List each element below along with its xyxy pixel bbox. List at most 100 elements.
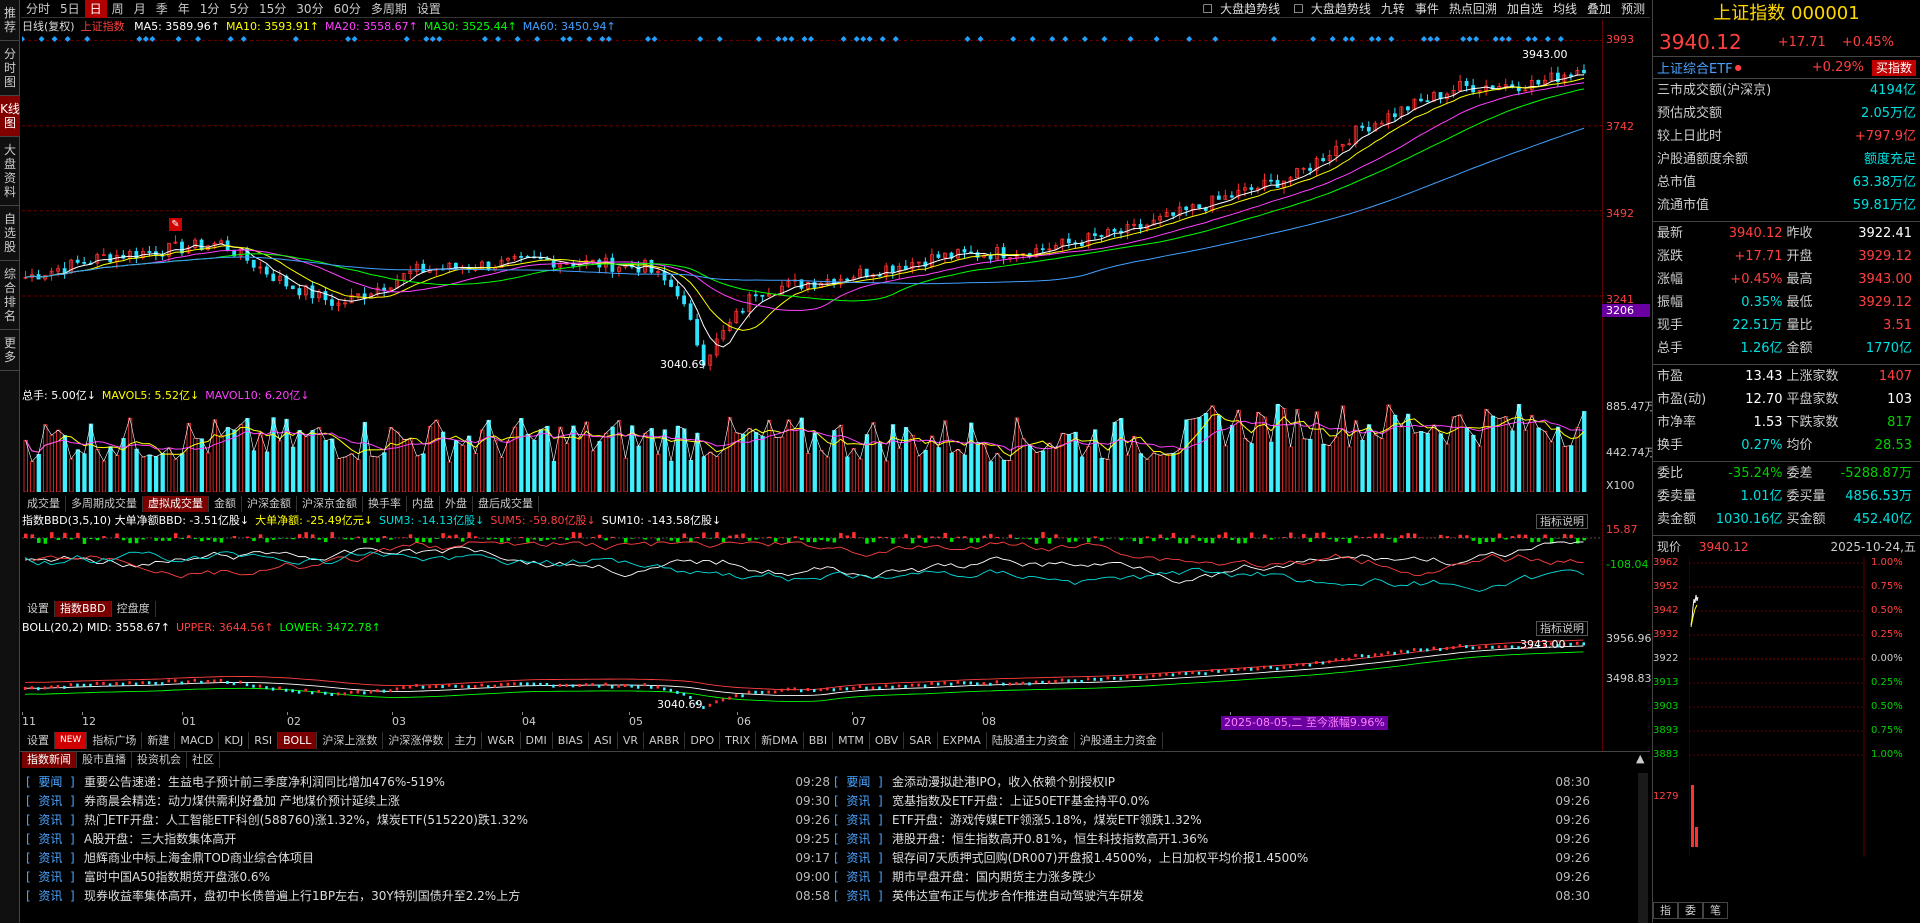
trendline-checkbox-icon[interactable]: ☐ bbox=[1202, 2, 1213, 16]
etf-name[interactable]: 上证综合ETF bbox=[1657, 58, 1733, 77]
collapse-icon[interactable]: ▲ bbox=[1636, 752, 1644, 765]
tab-11[interactable]: W&R bbox=[482, 732, 521, 749]
news-headline[interactable]: 港股开盘：恒生指数高开0.81%，恒生科技指数高开1.36% bbox=[892, 830, 1548, 849]
toolbar-action-8[interactable]: 预测 bbox=[1616, 0, 1650, 18]
news-headline[interactable]: 银存间7天质押式回购(DR007)开盘报1.4500%，上日加权平均价报1.45… bbox=[892, 849, 1548, 868]
news-headline[interactable]: 券商晨会精选：动力煤供需利好叠加 产地煤价预计延续上涨 bbox=[84, 792, 788, 811]
tab-4[interactable]: MACD bbox=[175, 732, 220, 749]
tab-20[interactable]: BBI bbox=[804, 732, 834, 749]
period-5[interactable]: 季 bbox=[151, 0, 173, 18]
tab-25[interactable]: 陆股通主力资金 bbox=[987, 732, 1075, 749]
news-headline[interactable]: 英伟达宣布正与优步合作推进自动驾驶汽车研发 bbox=[892, 887, 1548, 906]
tab-2[interactable]: 投资机会 bbox=[132, 752, 187, 768]
news-headline[interactable]: 宽基指数及ETF开盘：上证50ETF基金持平0.0% bbox=[892, 792, 1548, 811]
tab-1[interactable]: 股市直播 bbox=[77, 752, 132, 768]
news-item[interactable]: [ 资讯 ] 英伟达宣布正与优步合作推进自动驾驶汽车研发 08:30 bbox=[834, 887, 1596, 906]
period-4[interactable]: 月 bbox=[129, 0, 151, 18]
period-9[interactable]: 15分 bbox=[254, 0, 291, 18]
tab-8[interactable]: 外盘 bbox=[440, 496, 473, 512]
kline-chart[interactable] bbox=[22, 36, 1602, 388]
drawing-tool-icon[interactable]: ✎ bbox=[169, 218, 182, 231]
tab-8[interactable]: 沪深上涨数 bbox=[317, 732, 384, 749]
vtab-6[interactable]: 更多 bbox=[0, 330, 20, 371]
tab-13[interactable]: BIAS bbox=[553, 732, 590, 749]
tab-5[interactable]: KDJ bbox=[219, 732, 250, 749]
vtab-5[interactable]: 综合排名 bbox=[0, 261, 20, 330]
bbd-chart[interactable] bbox=[22, 528, 1602, 600]
tab-7[interactable]: BOLL bbox=[278, 732, 318, 749]
tab-1[interactable]: 指数BBD bbox=[55, 601, 112, 617]
tab-0[interactable]: 设置 bbox=[22, 601, 55, 617]
boll-chart[interactable] bbox=[22, 636, 1602, 714]
vtab-0[interactable]: 推荐 bbox=[0, 0, 20, 41]
news-item[interactable]: [ 资讯 ] 富时中国A50指数期货开盘涨0.6% 09:00 bbox=[26, 868, 836, 887]
news-item[interactable]: [ 资讯 ] 旭辉商业中标上海金鼎TOD商业综合体项目 09:17 bbox=[26, 849, 836, 868]
tab-9[interactable]: 盘后成交量 bbox=[473, 496, 539, 512]
period-8[interactable]: 5分 bbox=[224, 0, 254, 18]
tab-4[interactable]: 沪深金额 bbox=[242, 496, 297, 512]
toolbar-action-3[interactable]: 事件 bbox=[1410, 0, 1444, 18]
bbd-explain-button[interactable]: 指标说明 bbox=[1536, 514, 1588, 529]
news-headline[interactable]: ETF开盘：游戏传媒ETF领涨5.18%，煤炭ETF领跌1.32% bbox=[892, 811, 1548, 830]
vtab-4[interactable]: 自选股 bbox=[0, 206, 20, 261]
tab-7[interactable]: 内盘 bbox=[407, 496, 440, 512]
period-12[interactable]: 多周期 bbox=[366, 0, 412, 18]
news-item[interactable]: [ 资讯 ] 券商晨会精选：动力煤供需利好叠加 产地煤价预计延续上涨 09:30 bbox=[26, 792, 836, 811]
tab-26[interactable]: 沪股通主力资金 bbox=[1075, 732, 1163, 749]
news-item[interactable]: [ 资讯 ] 热门ETF开盘：人工智能ETF科创(588760)涨1.32%，煤炭… bbox=[26, 811, 836, 830]
tab-19[interactable]: 新DMA bbox=[756, 732, 804, 749]
tab-6[interactable]: 换手率 bbox=[363, 496, 407, 512]
tab-21[interactable]: MTM bbox=[833, 732, 870, 749]
toolbar-action-7[interactable]: 叠加 bbox=[1582, 0, 1616, 18]
tab-2[interactable]: 控盘度 bbox=[112, 601, 156, 617]
toolbar-action-4[interactable]: 热点回溯 bbox=[1444, 0, 1502, 18]
news-headline[interactable]: A股开盘：三大指数集体高开 bbox=[84, 830, 788, 849]
period-2[interactable]: 日 bbox=[84, 0, 107, 18]
news-item[interactable]: [ 要闻 ] 重要公告速递：生益电子预计前三季度净利润同比增加476%-519% 0… bbox=[26, 773, 836, 792]
period-11[interactable]: 60分 bbox=[329, 0, 366, 18]
period-3[interactable]: 周 bbox=[107, 0, 129, 18]
tab-18[interactable]: TRIX bbox=[720, 732, 757, 749]
toolbar-action-5[interactable]: 加自选 bbox=[1502, 0, 1548, 18]
news-scrollbar[interactable] bbox=[1638, 773, 1648, 923]
news-item[interactable]: [ 资讯 ] 期市早盘开盘：国内期货主力涨多跌少 09:26 bbox=[834, 868, 1596, 887]
tab-1[interactable]: NEW bbox=[55, 732, 88, 749]
tab-2[interactable]: 指标广场 bbox=[87, 732, 143, 749]
tab-0[interactable]: 指数新闻 bbox=[22, 752, 77, 768]
news-item[interactable]: [ 资讯 ] 银存间7天质押式回购(DR007)开盘报1.4500%，上日加权平均… bbox=[834, 849, 1596, 868]
news-item[interactable]: [ 资讯 ] 港股开盘：恒生指数高开0.81%，恒生科技指数高开1.36% 09:2… bbox=[834, 830, 1596, 849]
volume-chart[interactable] bbox=[22, 404, 1602, 492]
news-headline[interactable]: 热门ETF开盘：人工智能ETF科创(588760)涨1.32%，煤炭ETF(51… bbox=[84, 811, 788, 830]
tab-17[interactable]: DPO bbox=[685, 732, 721, 749]
period-13[interactable]: 设置 bbox=[412, 0, 446, 18]
news-headline[interactable]: 期市早盘开盘：国内期货主力涨多跌少 bbox=[892, 868, 1548, 887]
news-headline[interactable]: 重要公告速递：生益电子预计前三季度净利润同比增加476%-519% bbox=[84, 773, 788, 792]
trendline-checkbox-icon[interactable]: ☐ bbox=[1293, 2, 1304, 16]
news-headline[interactable]: 旭辉商业中标上海金鼎TOD商业综合体项目 bbox=[84, 849, 788, 868]
tab-16[interactable]: ARBR bbox=[644, 732, 686, 749]
vtab-1[interactable]: 分时图 bbox=[0, 41, 20, 96]
tab-22[interactable]: OBV bbox=[870, 732, 905, 749]
mini-tab-2[interactable]: 笔 bbox=[1703, 902, 1728, 919]
news-headline[interactable]: 富时中国A50指数期货开盘涨0.6% bbox=[84, 868, 788, 887]
tab-2[interactable]: 虚拟成交量 bbox=[143, 496, 209, 512]
tab-10[interactable]: 主力 bbox=[449, 732, 483, 749]
period-6[interactable]: 年 bbox=[173, 0, 195, 18]
tab-3[interactable]: 金额 bbox=[209, 496, 242, 512]
boll-explain-button[interactable]: 指标说明 bbox=[1536, 621, 1588, 636]
tab-1[interactable]: 多周期成交量 bbox=[66, 496, 143, 512]
tab-0[interactable]: 设置 bbox=[22, 732, 55, 749]
toolbar-action-1[interactable]: 大盘趋势线 bbox=[1306, 0, 1376, 18]
tab-0[interactable]: 成交量 bbox=[22, 496, 66, 512]
mini-tab-0[interactable]: 指 bbox=[1653, 902, 1678, 919]
toolbar-action-6[interactable]: 均线 bbox=[1548, 0, 1582, 18]
news-item[interactable]: [ 要闻 ] 金添动漫拟赴港IPO，收入依赖个别授权IP 08:30 bbox=[834, 773, 1596, 792]
mini-tab-1[interactable]: 委 bbox=[1678, 902, 1703, 919]
news-item[interactable]: [ 资讯 ] 宽基指数及ETF开盘：上证50ETF基金持平0.0% 09:26 bbox=[834, 792, 1596, 811]
vtab-2[interactable]: K线图 bbox=[0, 96, 20, 137]
news-headline[interactable]: 现券收益率集体高开，盘初中长债普遍上行1BP左右，30Y特别国债升至2.2%上方 bbox=[84, 887, 788, 906]
tab-24[interactable]: EXPMA bbox=[938, 732, 987, 749]
news-item[interactable]: [ 资讯 ] A股开盘：三大指数集体高开 09:25 bbox=[26, 830, 836, 849]
tab-6[interactable]: RSI bbox=[249, 732, 279, 749]
period-1[interactable]: 5日 bbox=[55, 0, 85, 18]
